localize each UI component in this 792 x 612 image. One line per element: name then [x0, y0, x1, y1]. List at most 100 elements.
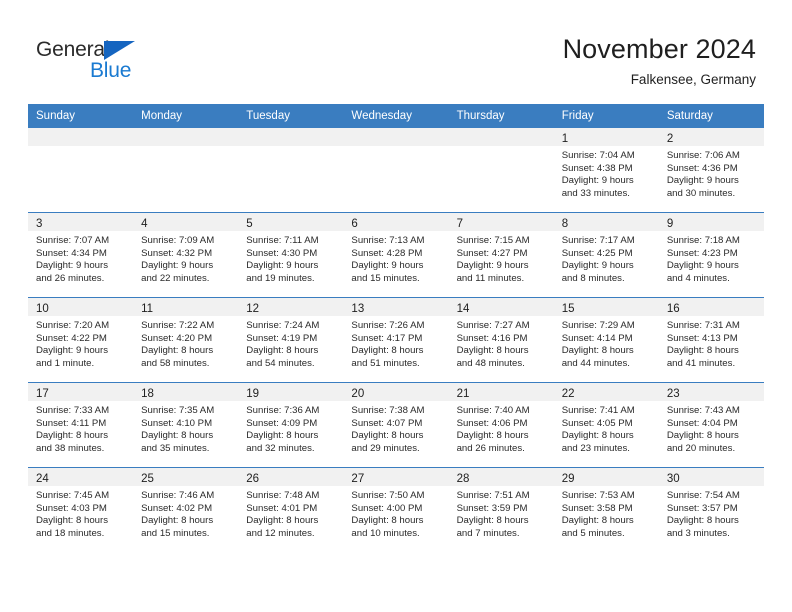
calendar-day-cell[interactable]: 21 Sunrise: 7:40 AM Sunset: 4:06 PM Dayligh… [448, 382, 554, 468]
day-cell-body: Sunrise: 7:41 AM Sunset: 4:05 PM Daylight:… [554, 401, 659, 455]
sunset-time: Sunset: 3:59 PM [456, 502, 528, 514]
day-number-band: 15 [553, 298, 659, 316]
calendar-day-cell[interactable]: 27 Sunrise: 7:50 AM Sunset: 4:00 PM Dayligh… [343, 467, 449, 552]
day-cell-inner: 12 Sunrise: 7:24 AM Sunset: 4:19 PM Dayligh… [238, 298, 344, 382]
sunrise-time: Sunrise: 7:48 AM [246, 490, 320, 501]
calendar-day-cell-empty [133, 128, 239, 213]
calendar-day-cell[interactable]: 15 Sunrise: 7:29 AM Sunset: 4:14 PM Dayligh… [553, 297, 659, 383]
calendar-day-cell[interactable]: 1 Sunrise: 7:04 AM Sunset: 4:38 PM Daylight… [553, 128, 659, 213]
calendar-day-cell[interactable]: 20 Sunrise: 7:38 AM Sunset: 4:07 PM Dayligh… [343, 382, 449, 468]
general-blue-logo[interactable]: General Blue [36, 38, 166, 84]
sunset-time: Sunset: 4:11 PM [36, 417, 107, 429]
sunset-time: Sunset: 4:09 PM [246, 417, 318, 429]
day-cell-body: Sunrise: 7:18 AM Sunset: 4:23 PM Daylight:… [659, 231, 764, 285]
calendar-day-cell[interactable]: 5 Sunrise: 7:11 AM Sunset: 4:30 PM Daylight… [238, 212, 344, 298]
daylight-duration-line1: Daylight: 8 hours [141, 345, 214, 357]
day-number: 19 [246, 388, 260, 400]
day-cell-inner: 27 Sunrise: 7:50 AM Sunset: 4:00 PM Dayligh… [343, 468, 449, 552]
day-number-band: 25 [133, 468, 239, 486]
calendar-day-cell[interactable]: 28 Sunrise: 7:51 AM Sunset: 3:59 PM Dayligh… [448, 467, 554, 552]
day-cell-body: Sunrise: 7:43 AM Sunset: 4:04 PM Daylight:… [659, 401, 764, 455]
calendar-week-row: 10 Sunrise: 7:20 AM Sunset: 4:22 PM Dayligh… [28, 297, 764, 383]
sunrise-time: Sunrise: 7:29 AM [561, 320, 635, 331]
calendar-day-cell[interactable]: 17 Sunrise: 7:33 AM Sunset: 4:11 PM Dayligh… [28, 382, 134, 468]
calendar-day-cell[interactable]: 4 Sunrise: 7:09 AM Sunset: 4:32 PM Daylight… [133, 212, 239, 298]
calendar-day-cell[interactable]: 30 Sunrise: 7:54 AM Sunset: 3:57 PM Dayligh… [658, 467, 764, 552]
day-cell-body: Sunrise: 7:53 AM Sunset: 3:58 PM Daylight:… [554, 486, 659, 540]
daylight-duration-line1: Daylight: 8 hours [36, 430, 108, 442]
day-cell-body: Sunrise: 7:45 AM Sunset: 4:03 PM Daylight:… [28, 486, 133, 540]
calendar-day-cell[interactable]: 13 Sunrise: 7:26 AM Sunset: 4:17 PM Dayligh… [343, 297, 449, 383]
day-cell-body: Sunrise: 7:54 AM Sunset: 3:57 PM Daylight:… [659, 486, 764, 540]
day-cell-inner: 8 Sunrise: 7:17 AM Sunset: 4:25 PM Daylight… [553, 213, 659, 297]
daylight-duration-line2: and 44 minutes. [561, 357, 630, 369]
sunset-time: Sunset: 4:06 PM [456, 417, 528, 429]
day-cell-body: Sunrise: 7:17 AM Sunset: 4:25 PM Daylight:… [554, 231, 659, 285]
day-cell-body: Sunrise: 7:06 AM Sunset: 4:36 PM Daylight:… [659, 146, 764, 200]
sunrise-time: Sunrise: 7:09 AM [141, 235, 215, 246]
sunrise-time: Sunrise: 7:15 AM [456, 235, 530, 246]
title-block: November 2024 Falkensee, Germany [563, 32, 756, 90]
day-cell-inner: 16 Sunrise: 7:31 AM Sunset: 4:13 PM Dayligh… [658, 298, 764, 382]
calendar-day-cell[interactable]: 8 Sunrise: 7:17 AM Sunset: 4:25 PM Daylight… [553, 212, 659, 298]
calendar-day-cell[interactable]: 22 Sunrise: 7:41 AM Sunset: 4:05 PM Dayligh… [553, 382, 659, 468]
calendar-day-cell[interactable]: 25 Sunrise: 7:46 AM Sunset: 4:02 PM Dayligh… [133, 467, 239, 552]
day-cell-inner: 29 Sunrise: 7:53 AM Sunset: 3:58 PM Dayligh… [553, 468, 659, 552]
day-cell-body: Sunrise: 7:29 AM Sunset: 4:14 PM Daylight:… [554, 316, 659, 370]
daylight-duration-line1: Daylight: 8 hours [456, 430, 529, 442]
calendar-day-cell[interactable]: 14 Sunrise: 7:27 AM Sunset: 4:16 PM Dayligh… [448, 297, 554, 383]
sunset-time: Sunset: 4:19 PM [246, 332, 318, 344]
calendar-day-cell[interactable]: 10 Sunrise: 7:20 AM Sunset: 4:22 PM Dayligh… [28, 297, 134, 383]
weekday-header-tuesday: Tuesday [238, 104, 344, 128]
day-cell-inner: 30 Sunrise: 7:54 AM Sunset: 3:57 PM Dayligh… [658, 468, 764, 552]
calendar-day-cell[interactable]: 18 Sunrise: 7:35 AM Sunset: 4:10 PM Dayligh… [133, 382, 239, 468]
daylight-duration-line1: Daylight: 8 hours [351, 345, 424, 357]
daylight-duration-line1: Daylight: 8 hours [666, 430, 739, 442]
day-cell-inner: 4 Sunrise: 7:09 AM Sunset: 4:32 PM Daylight… [133, 213, 239, 297]
sunset-time: Sunset: 4:38 PM [561, 162, 633, 174]
day-number-band: 17 [28, 383, 134, 401]
calendar-day-cell[interactable]: 7 Sunrise: 7:15 AM Sunset: 4:27 PM Daylight… [448, 212, 554, 298]
day-cell-body: Sunrise: 7:27 AM Sunset: 4:16 PM Daylight:… [449, 316, 554, 370]
calendar-day-cell[interactable]: 16 Sunrise: 7:31 AM Sunset: 4:13 PM Dayligh… [658, 297, 764, 383]
daylight-duration-line2: and 19 minutes. [246, 272, 315, 284]
day-cell-inner: 10 Sunrise: 7:20 AM Sunset: 4:22 PM Dayligh… [28, 298, 134, 382]
day-number: 26 [246, 473, 260, 485]
day-number: 22 [561, 388, 575, 400]
calendar-day-cell[interactable]: 12 Sunrise: 7:24 AM Sunset: 4:19 PM Dayligh… [238, 297, 344, 383]
daylight-duration-line1: Daylight: 8 hours [561, 430, 634, 442]
day-cell-body: Sunrise: 7:09 AM Sunset: 4:32 PM Daylight:… [133, 231, 238, 285]
calendar-day-cell[interactable]: 19 Sunrise: 7:36 AM Sunset: 4:09 PM Dayligh… [238, 382, 344, 468]
daylight-duration-line2: and 26 minutes. [456, 442, 525, 454]
calendar-page: General Blue November 2024 Falkensee, Ge… [0, 0, 792, 612]
sunset-time: Sunset: 3:57 PM [666, 502, 738, 514]
day-number: 27 [351, 473, 365, 485]
calendar-day-cell[interactable]: 6 Sunrise: 7:13 AM Sunset: 4:28 PM Daylight… [343, 212, 449, 298]
sunset-time: Sunset: 4:07 PM [351, 417, 423, 429]
calendar-day-cell[interactable]: 23 Sunrise: 7:43 AM Sunset: 4:04 PM Dayligh… [658, 382, 764, 468]
day-number-band: 27 [343, 468, 449, 486]
day-number: 1 [561, 133, 569, 145]
day-cell-body: Sunrise: 7:50 AM Sunset: 4:00 PM Daylight:… [343, 486, 448, 540]
day-cell-inner [448, 128, 554, 212]
daylight-duration-line2: and 10 minutes. [351, 527, 420, 539]
sunrise-time: Sunrise: 7:38 AM [351, 405, 425, 416]
daylight-duration-line1: Daylight: 8 hours [351, 515, 424, 527]
sunset-time: Sunset: 4:00 PM [351, 502, 423, 514]
daylight-duration-line2: and 51 minutes. [351, 357, 420, 369]
day-number-band [238, 128, 344, 146]
calendar-day-cell[interactable]: 9 Sunrise: 7:18 AM Sunset: 4:23 PM Daylight… [658, 212, 764, 298]
day-cell-body: Sunrise: 7:13 AM Sunset: 4:28 PM Daylight:… [343, 231, 448, 285]
daylight-duration-line1: Daylight: 9 hours [141, 260, 214, 272]
calendar-day-cell[interactable]: 26 Sunrise: 7:48 AM Sunset: 4:01 PM Dayligh… [238, 467, 344, 552]
calendar-day-cell[interactable]: 24 Sunrise: 7:45 AM Sunset: 4:03 PM Dayligh… [28, 467, 134, 552]
day-cell-body [133, 146, 239, 150]
calendar-day-cell[interactable]: 3 Sunrise: 7:07 AM Sunset: 4:34 PM Daylight… [28, 212, 134, 298]
day-number: 2 [666, 133, 674, 145]
calendar-day-cell[interactable]: 29 Sunrise: 7:53 AM Sunset: 3:58 PM Dayligh… [553, 467, 659, 552]
sunrise-time: Sunrise: 7:41 AM [561, 405, 635, 416]
calendar-day-cell[interactable]: 2 Sunrise: 7:06 AM Sunset: 4:36 PM Daylight… [658, 128, 764, 213]
calendar-day-cell[interactable]: 11 Sunrise: 7:22 AM Sunset: 4:20 PM Dayligh… [133, 297, 239, 383]
calendar-week-row: 1 Sunrise: 7:04 AM Sunset: 4:38 PM Daylight… [28, 128, 764, 213]
day-number-band: 3 [28, 213, 134, 231]
